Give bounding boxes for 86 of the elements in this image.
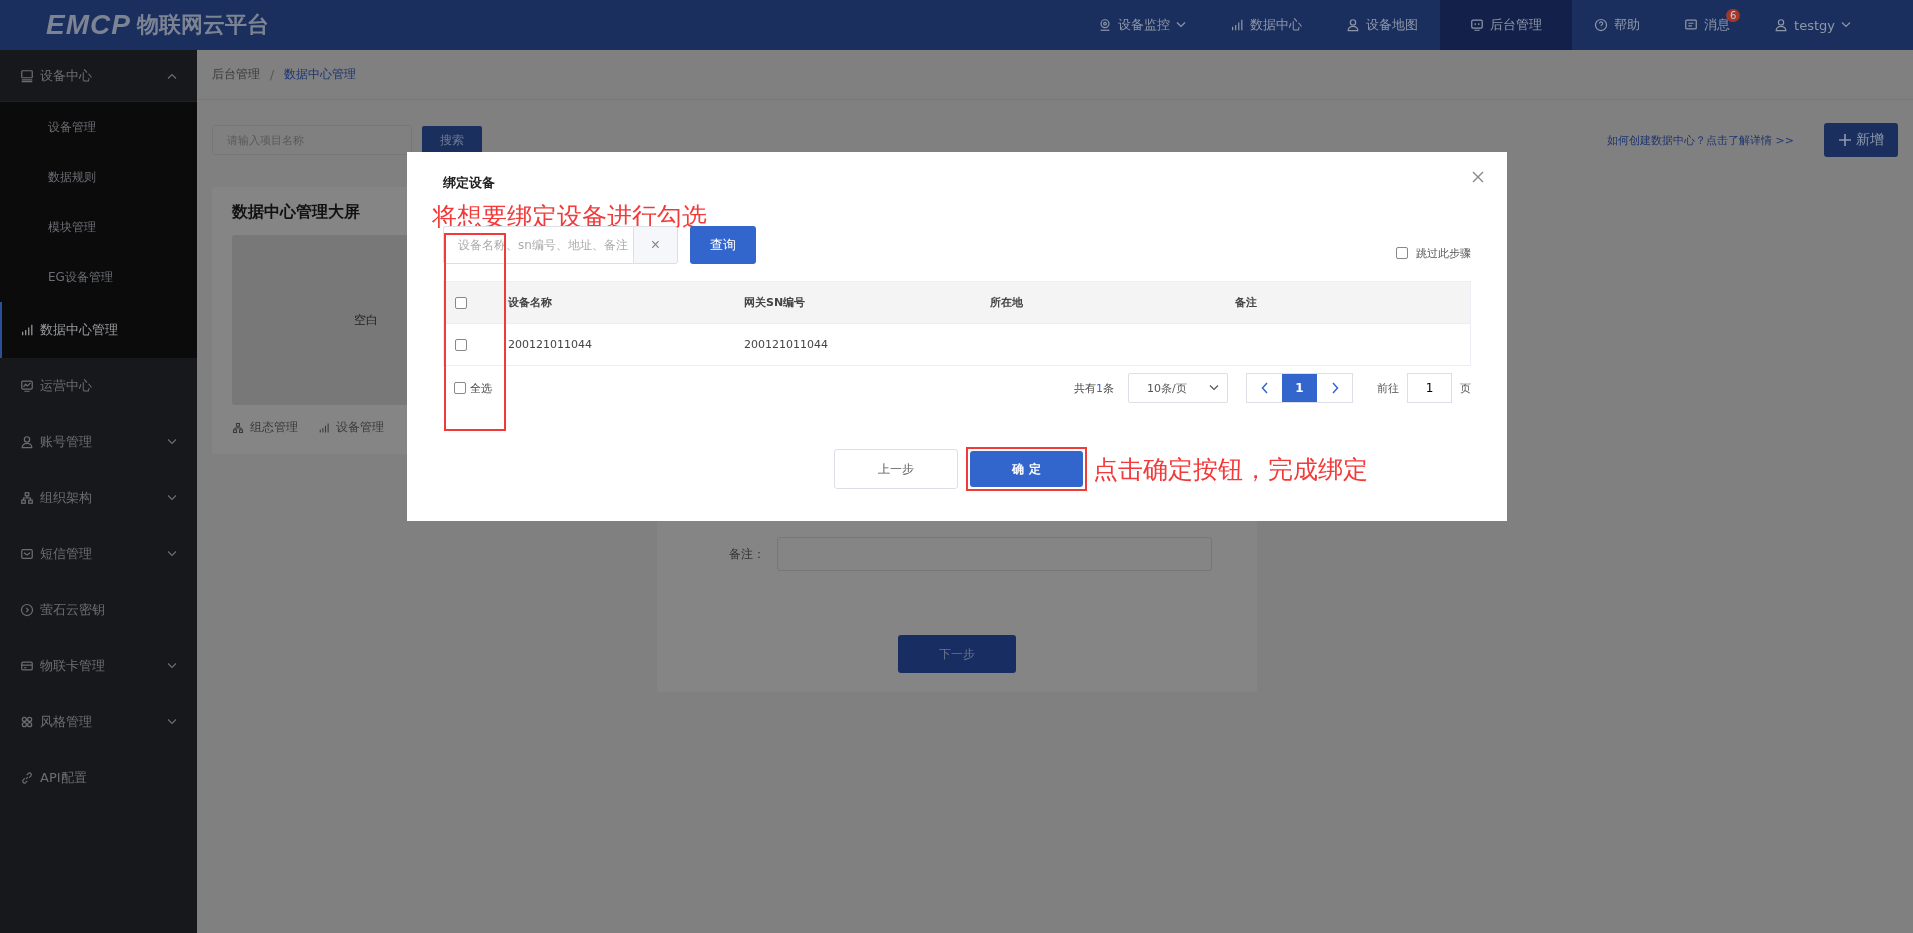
- nav-item[interactable]: 帮助: [1572, 0, 1663, 50]
- table-cell-text: 200121011044: [744, 338, 829, 351]
- monitor-icon: [20, 68, 34, 83]
- checkbox[interactable]: [454, 382, 466, 394]
- checkbox[interactable]: [455, 338, 467, 351]
- org-chart-icon: [20, 491, 34, 505]
- add-button[interactable]: 新增: [1824, 123, 1898, 157]
- sidebar-item[interactable]: 组织架构: [0, 470, 197, 526]
- page-unit: 页: [1460, 380, 1471, 396]
- chevron-right-icon: [1330, 382, 1339, 394]
- link-icon: [20, 771, 34, 785]
- caret-icon: [167, 663, 177, 669]
- card-action[interactable]: 设备管理: [318, 419, 384, 436]
- query-button[interactable]: 查询: [690, 226, 756, 264]
- table-cell-text: 200121011044: [508, 338, 593, 351]
- breadcrumb-item[interactable]: 后台管理: [212, 66, 260, 83]
- card-title: 数据中心管理大屏: [232, 202, 360, 223]
- message-icon: [1684, 18, 1699, 32]
- sidebar-item[interactable]: 运营中心: [0, 358, 197, 414]
- sidebar-item[interactable]: 短信管理: [0, 526, 197, 582]
- checkbox[interactable]: [1396, 247, 1408, 259]
- checkbox-label: 全选: [470, 380, 492, 396]
- bar-chart-icon: [318, 421, 330, 434]
- column-header: 所在地: [990, 295, 1024, 310]
- bar-chart-icon: [20, 323, 34, 337]
- user-icon: [1346, 18, 1361, 32]
- nav-item[interactable]: testgy: [1752, 0, 1873, 50]
- logo: EMCP: [46, 9, 131, 41]
- page-button[interactable]: 1: [1282, 374, 1317, 402]
- play-circle-icon: [20, 603, 34, 617]
- org-chart-icon: [232, 421, 244, 434]
- location-pin-icon: [1098, 18, 1113, 32]
- field-label: 备注：: [728, 545, 765, 563]
- nav-item[interactable]: 设备地图: [1324, 0, 1441, 50]
- sidebar-item[interactable]: 数据中心管理: [0, 302, 197, 358]
- nav-item[interactable]: 后台管理: [1440, 0, 1573, 50]
- sidebar-item[interactable]: 风格管理: [0, 694, 197, 750]
- help-icon: [1594, 18, 1609, 32]
- caret-icon: [167, 439, 177, 445]
- user-icon: [20, 435, 34, 449]
- search-button[interactable]: 搜索: [422, 126, 482, 154]
- column-header: 备注: [1235, 295, 1258, 310]
- plus-icon: [1838, 133, 1852, 147]
- bar-chart-icon: [1230, 18, 1245, 32]
- column-header: 网关SN编号: [744, 295, 807, 310]
- nav-item[interactable]: 数据中心: [1208, 0, 1325, 50]
- chevron-left-icon: [1260, 382, 1269, 394]
- caret-icon: [167, 72, 177, 79]
- empty-label: 空白: [354, 311, 378, 329]
- caret-icon: [167, 719, 177, 725]
- grid-icon: [20, 715, 34, 729]
- sidebar-item[interactable]: 物联卡管理: [0, 638, 197, 694]
- sidebar-subitem[interactable]: EG设备管理: [0, 252, 197, 302]
- page-field[interactable]: 1: [1407, 373, 1452, 403]
- next-button[interactable]: 下一步: [898, 635, 1016, 673]
- goto-label: 前往: [1377, 380, 1399, 396]
- sidebar-item[interactable]: API配置: [0, 750, 197, 806]
- card-icon: [20, 659, 34, 673]
- checkbox[interactable]: [455, 296, 467, 309]
- monitor-icon: [1470, 18, 1485, 32]
- caret-icon: [1209, 385, 1219, 391]
- confirm-button[interactable]: 确 定: [970, 451, 1083, 487]
- total-count: 共有1条: [1074, 380, 1114, 396]
- help-link[interactable]: 如何创建数据中心？点击了解详情 >>: [1607, 132, 1794, 148]
- page-size-select[interactable]: 10条/页: [1128, 373, 1228, 403]
- logo-title: 物联网云平台: [136, 11, 269, 39]
- breadcrumb-separator: /: [270, 67, 275, 82]
- sidebar-subitem[interactable]: 数据规则: [0, 152, 197, 202]
- column-header: 设备名称: [508, 295, 553, 310]
- sidebar-item[interactable]: 账号管理: [0, 414, 197, 470]
- close-icon[interactable]: [1471, 170, 1485, 184]
- dialog-title: 绑定设备: [443, 174, 496, 192]
- previous-step-button[interactable]: 上一步: [834, 449, 958, 489]
- annotation-text: 点击确定按钮，完成绑定: [1093, 453, 1368, 486]
- chart-icon: [20, 379, 34, 393]
- sidebar-item[interactable]: 萤石云密钥: [0, 582, 197, 638]
- mail-icon: [20, 547, 34, 561]
- breadcrumb-item[interactable]: 数据中心管理: [284, 66, 357, 83]
- sidebar-subitem[interactable]: 模块管理: [0, 202, 197, 252]
- caret-icon: [167, 495, 177, 501]
- card-action[interactable]: 组态管理: [232, 419, 298, 436]
- checkbox-label: 跳过此步骤: [1416, 245, 1471, 261]
- nav-item[interactable]: 设备监控: [1076, 0, 1209, 50]
- sidebar-subitem[interactable]: 设备管理: [0, 102, 197, 152]
- caret-icon: [167, 551, 177, 557]
- user-icon: [1774, 18, 1789, 32]
